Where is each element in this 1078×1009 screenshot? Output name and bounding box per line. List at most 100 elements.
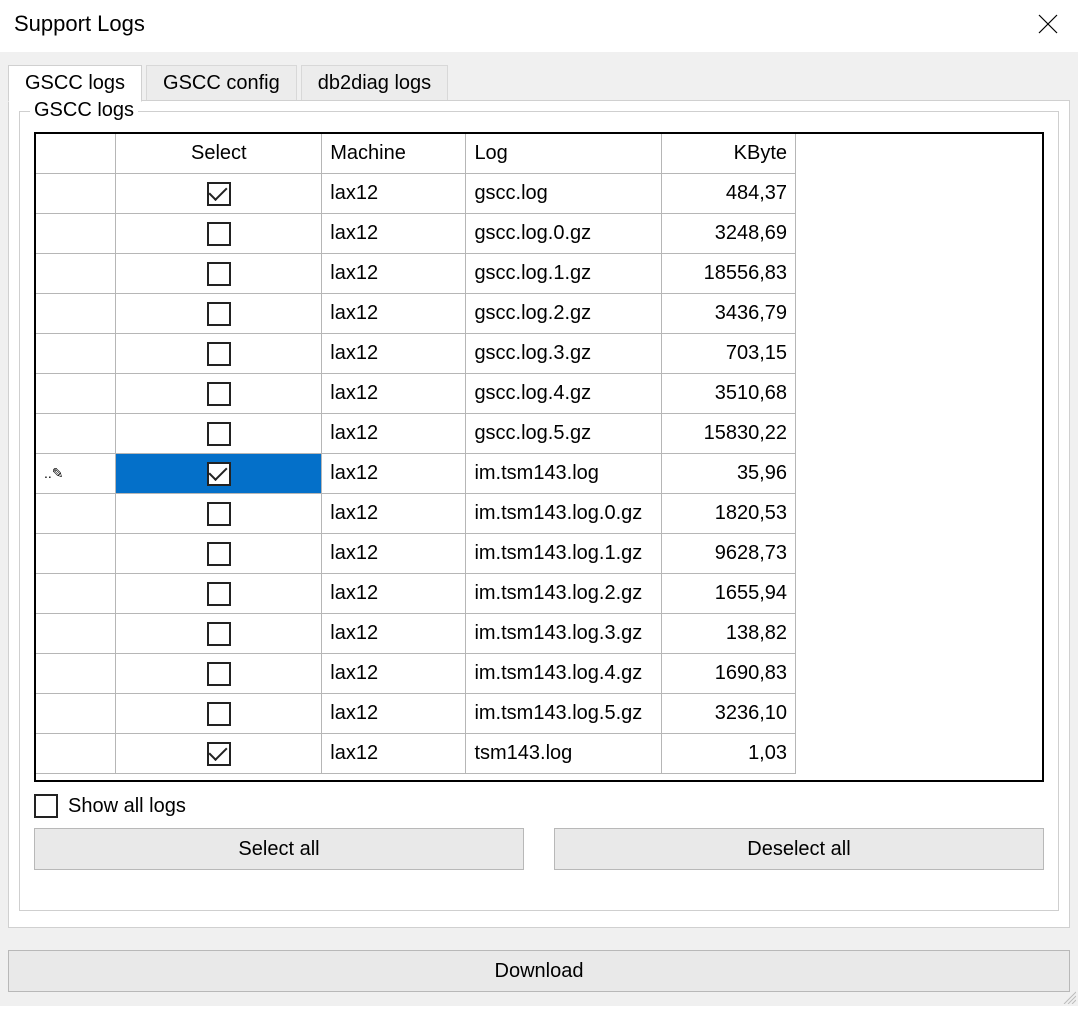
log-cell[interactable]: gscc.log [466,174,662,214]
row-select-checkbox[interactable] [207,222,231,246]
table-row[interactable]: lax12gscc.log.1.gz18556,83 [36,254,796,294]
log-cell[interactable]: tsm143.log [466,734,662,774]
kbyte-cell[interactable]: 484,37 [662,174,796,214]
row-select-checkbox[interactable] [207,302,231,326]
table-row[interactable]: lax12gscc.log.2.gz3436,79 [36,294,796,334]
tab-gscc-config[interactable]: GSCC config [146,65,297,102]
machine-cell[interactable]: lax12 [322,214,466,254]
machine-cell[interactable]: lax12 [322,494,466,534]
table-row[interactable]: lax12gscc.log.4.gz3510,68 [36,374,796,414]
log-cell[interactable]: im.tsm143.log.5.gz [466,694,662,734]
select-cell[interactable] [116,254,322,294]
row-header-cell[interactable] [36,694,116,734]
kbyte-cell[interactable]: 18556,83 [662,254,796,294]
select-cell[interactable] [116,374,322,414]
kbyte-cell[interactable]: 1820,53 [662,494,796,534]
machine-cell[interactable]: lax12 [322,654,466,694]
kbyte-cell[interactable]: 1,03 [662,734,796,774]
row-header-cell[interactable]: ..✎ [36,454,116,494]
tab-db2diag-logs[interactable]: db2diag logs [301,65,448,102]
kbyte-cell[interactable]: 1690,83 [662,654,796,694]
column-select[interactable]: Select [116,134,322,174]
select-cell[interactable] [116,214,322,254]
select-cell[interactable] [116,694,322,734]
kbyte-cell[interactable]: 138,82 [662,614,796,654]
table-row[interactable]: lax12im.tsm143.log.1.gz9628,73 [36,534,796,574]
kbyte-cell[interactable]: 3236,10 [662,694,796,734]
select-cell[interactable] [116,414,322,454]
row-select-checkbox[interactable] [207,462,231,486]
select-cell[interactable] [116,614,322,654]
row-header-cell[interactable] [36,174,116,214]
select-cell[interactable] [116,574,322,614]
row-select-checkbox[interactable] [207,262,231,286]
machine-cell[interactable]: lax12 [322,574,466,614]
kbyte-cell[interactable]: 3436,79 [662,294,796,334]
row-header-cell[interactable] [36,614,116,654]
show-all-logs-checkbox[interactable] [34,794,58,818]
download-button[interactable]: Download [8,950,1070,992]
row-header-cell[interactable] [36,494,116,534]
row-select-checkbox[interactable] [207,582,231,606]
log-cell[interactable]: gscc.log.3.gz [466,334,662,374]
log-cell[interactable]: gscc.log.1.gz [466,254,662,294]
log-cell[interactable]: im.tsm143.log.2.gz [466,574,662,614]
log-cell[interactable]: im.tsm143.log [466,454,662,494]
row-select-checkbox[interactable] [207,622,231,646]
select-cell[interactable] [116,734,322,774]
row-select-checkbox[interactable] [207,702,231,726]
row-header-cell[interactable] [36,294,116,334]
machine-cell[interactable]: lax12 [322,614,466,654]
row-header-cell[interactable] [36,374,116,414]
resize-grip-icon[interactable] [1060,988,1076,1004]
row-select-checkbox[interactable] [207,742,231,766]
machine-cell[interactable]: lax12 [322,534,466,574]
row-header-cell[interactable] [36,654,116,694]
select-cell[interactable] [116,654,322,694]
table-row[interactable]: lax12im.tsm143.log.2.gz1655,94 [36,574,796,614]
close-button[interactable] [1028,4,1068,44]
kbyte-cell[interactable]: 9628,73 [662,534,796,574]
log-cell[interactable]: im.tsm143.log.3.gz [466,614,662,654]
kbyte-cell[interactable]: 1655,94 [662,574,796,614]
logs-grid[interactable]: Select Machine Log KByte lax12gscc.log48… [34,132,1044,782]
table-row[interactable]: lax12gscc.log.5.gz15830,22 [36,414,796,454]
log-cell[interactable]: gscc.log.2.gz [466,294,662,334]
row-header-cell[interactable] [36,254,116,294]
row-select-checkbox[interactable] [207,662,231,686]
machine-cell[interactable]: lax12 [322,374,466,414]
table-row[interactable]: lax12im.tsm143.log.5.gz3236,10 [36,694,796,734]
row-header-cell[interactable] [36,534,116,574]
machine-cell[interactable]: lax12 [322,334,466,374]
log-cell[interactable]: im.tsm143.log.1.gz [466,534,662,574]
row-select-checkbox[interactable] [207,182,231,206]
kbyte-cell[interactable]: 3248,69 [662,214,796,254]
select-cell[interactable] [116,454,322,494]
log-cell[interactable]: im.tsm143.log.4.gz [466,654,662,694]
machine-cell[interactable]: lax12 [322,294,466,334]
log-cell[interactable]: gscc.log.5.gz [466,414,662,454]
row-select-checkbox[interactable] [207,422,231,446]
select-cell[interactable] [116,294,322,334]
log-cell[interactable]: gscc.log.0.gz [466,214,662,254]
log-cell[interactable]: im.tsm143.log.0.gz [466,494,662,534]
column-machine[interactable]: Machine [322,134,466,174]
column-log[interactable]: Log [466,134,662,174]
row-header-cell[interactable] [36,414,116,454]
row-select-checkbox[interactable] [207,542,231,566]
table-row[interactable]: lax12im.tsm143.log.0.gz1820,53 [36,494,796,534]
row-header-cell[interactable] [36,574,116,614]
deselect-all-button[interactable]: Deselect all [554,828,1044,870]
row-header-cell[interactable] [36,334,116,374]
tab-gscc-logs[interactable]: GSCC logs [8,65,142,102]
machine-cell[interactable]: lax12 [322,454,466,494]
table-row[interactable]: lax12gscc.log.3.gz703,15 [36,334,796,374]
row-select-checkbox[interactable] [207,502,231,526]
row-select-checkbox[interactable] [207,342,231,366]
table-row[interactable]: lax12im.tsm143.log.4.gz1690,83 [36,654,796,694]
select-cell[interactable] [116,174,322,214]
machine-cell[interactable]: lax12 [322,694,466,734]
table-row[interactable]: ..✎lax12im.tsm143.log35,96 [36,454,796,494]
machine-cell[interactable]: lax12 [322,414,466,454]
column-kbyte[interactable]: KByte [662,134,796,174]
